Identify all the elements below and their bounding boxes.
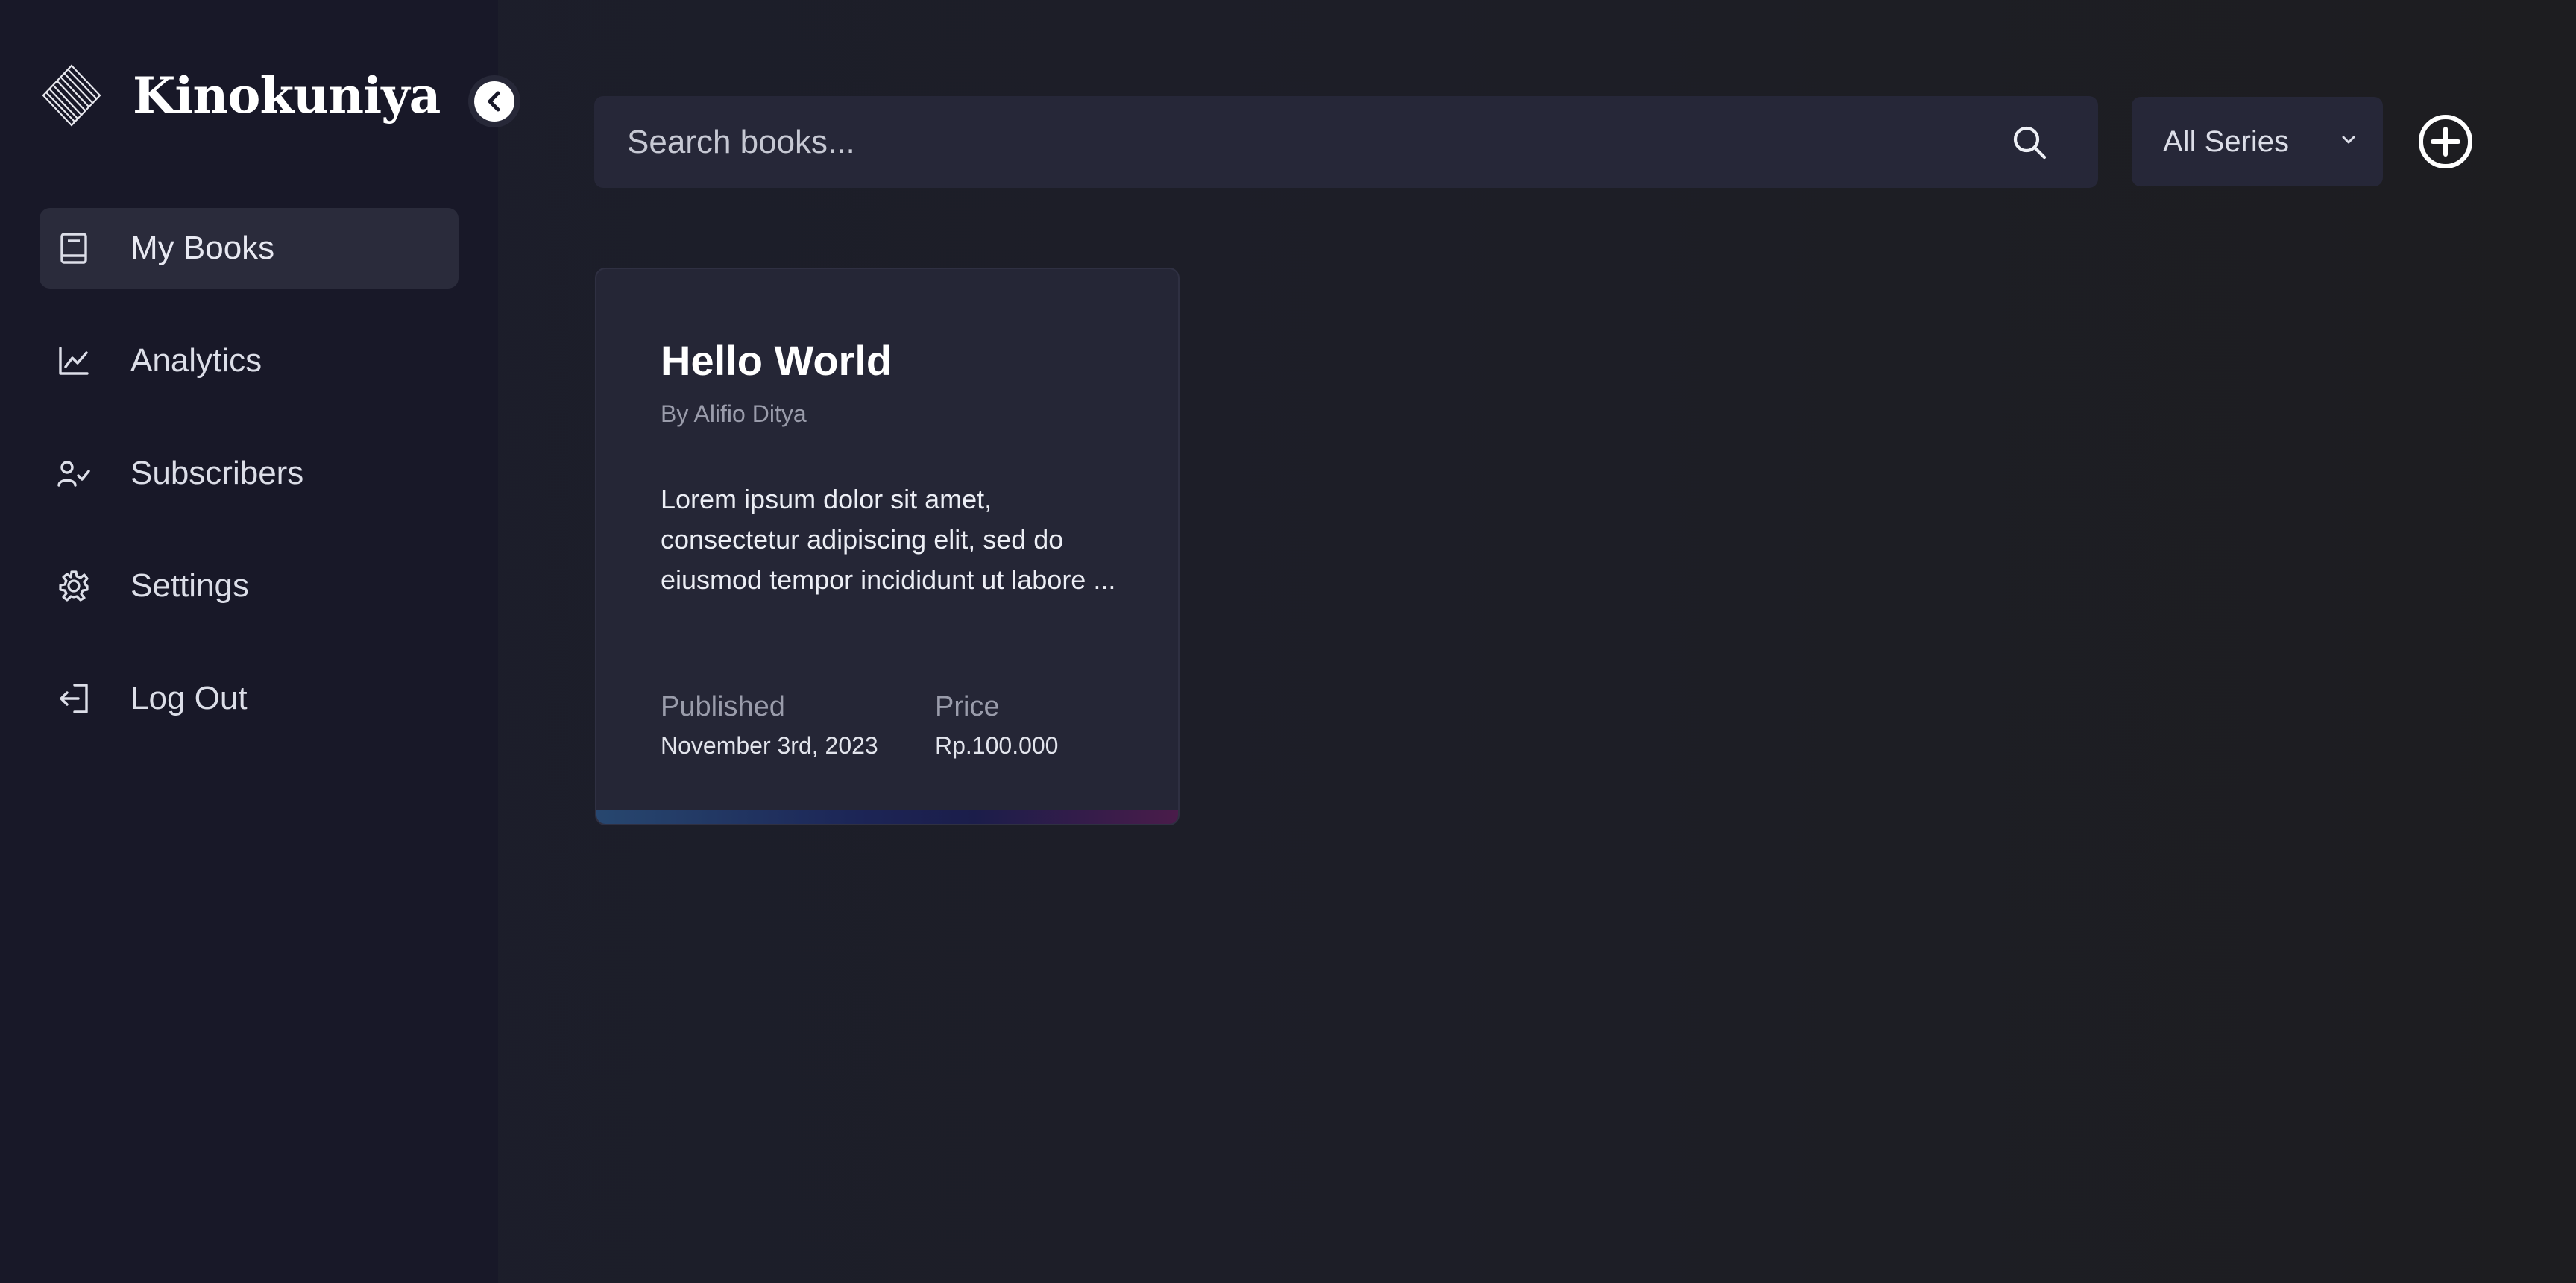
gear-icon (56, 568, 92, 604)
search-bar (594, 96, 2098, 188)
card-accent-bar (596, 810, 1178, 824)
brand-logo-icon (42, 64, 101, 127)
brand[interactable]: Kinokuniya (42, 64, 441, 127)
book-description: Lorem ipsum dolor sit amet, consectetur … (661, 484, 1116, 595)
brand-name: Kinokuniya (133, 66, 441, 124)
price-info: Price Rp.100.000 (935, 691, 1058, 760)
sidebar-item-label: Settings (130, 567, 249, 604)
logout-icon (56, 681, 92, 716)
plus-circle-icon (2419, 115, 2472, 168)
price-label: Price (935, 691, 1000, 722)
sidebar-item-subscribers[interactable]: Subscribers (40, 433, 459, 514)
book-title: Hello World (661, 337, 892, 384)
published-info: Published November 3rd, 2023 (661, 691, 878, 760)
sidebar-item-label: Subscribers (130, 455, 304, 491)
sidebar: Kinokuniya My Books Analytics Subscriber… (0, 0, 498, 1283)
series-filter-dropdown[interactable]: All Series (2132, 97, 2383, 186)
book-author: By Alifio Ditya (661, 400, 807, 427)
book-card[interactable]: Hello World By Alifio Ditya Lorem ipsum … (595, 268, 1180, 825)
sidebar-item-analytics[interactable]: Analytics (40, 321, 459, 401)
sidebar-nav: My Books Analytics Subscribers Settings … (40, 208, 459, 771)
sidebar-item-settings[interactable]: Settings (40, 546, 459, 626)
search-input[interactable] (594, 96, 2009, 188)
series-filter-value: All Series (2163, 124, 2289, 158)
line-chart-icon (56, 343, 92, 379)
published-date: November 3rd, 2023 (661, 732, 878, 759)
add-book-button[interactable] (2418, 114, 2473, 169)
sidebar-item-my-books[interactable]: My Books (40, 208, 459, 289)
sidebar-item-label: Analytics (130, 342, 262, 379)
book-icon (56, 230, 92, 266)
user-check-icon (56, 455, 92, 491)
sidebar-item-log-out[interactable]: Log Out (40, 658, 459, 739)
published-label: Published (661, 691, 785, 722)
chevron-down-icon (2341, 135, 2356, 149)
sidebar-item-label: Log Out (130, 680, 248, 716)
sidebar-collapse-button[interactable] (468, 75, 520, 127)
chevron-left-icon (474, 81, 514, 122)
sidebar-item-label: My Books (130, 230, 275, 266)
price-value: Rp.100.000 (935, 732, 1059, 759)
search-icon[interactable] (2009, 122, 2050, 163)
